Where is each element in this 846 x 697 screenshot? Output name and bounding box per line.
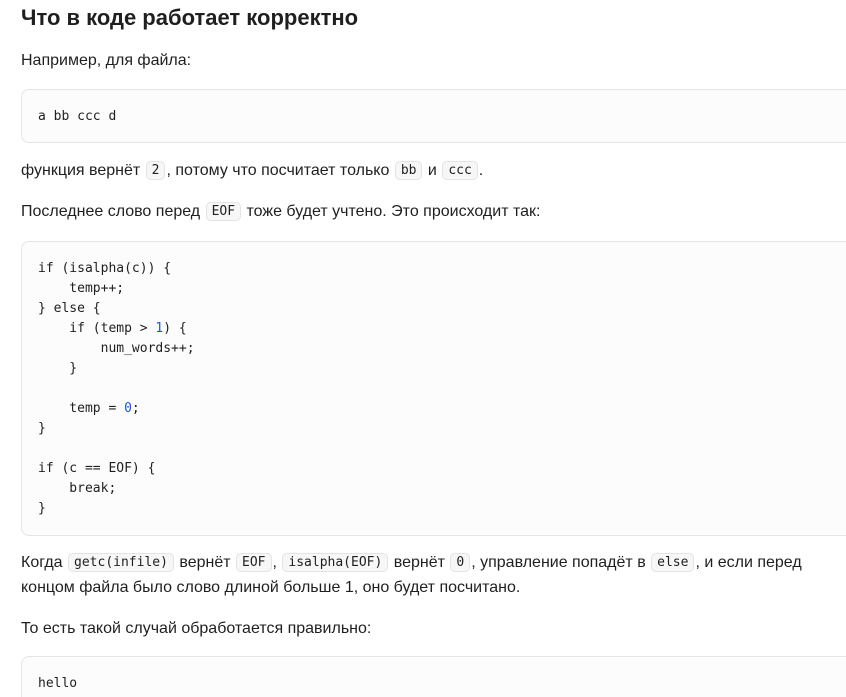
code-line: } else { — [38, 301, 101, 316]
inline-code: bb — [394, 161, 423, 180]
case-paragraph: То есть такой случай обработается правил… — [21, 620, 372, 637]
explain-paragraph-line2: концом файла было слово длиной больше 1,… — [21, 579, 521, 596]
code-line: } — [38, 421, 46, 436]
code-line: if (temp > 1) { — [38, 321, 187, 336]
text-segment: . — [478, 162, 484, 179]
inline-code: ccc — [442, 161, 478, 180]
inline-code: else — [651, 553, 695, 572]
explain-paragraph: Когда getc(infile) вернёт EOF, isalpha(E… — [21, 551, 802, 575]
text-segment: вернёт — [174, 554, 236, 571]
code-logic: if (isalpha(c)) { temp++; } else { if (te… — [38, 259, 195, 519]
code-block-example-file[interactable]: a bb ccc d — [21, 89, 846, 143]
section-heading: Что в коде работает корректно — [21, 5, 359, 30]
inline-code: isalpha(EOF) — [282, 553, 389, 572]
code-number-literal: 0 — [124, 401, 132, 416]
text-segment: Когда — [21, 554, 68, 571]
code-line: } — [38, 501, 46, 516]
code-number-literal: 1 — [155, 321, 164, 336]
result-paragraph: функция вернёт 2, потому что посчитает т… — [21, 159, 483, 183]
eof-paragraph: Последнее слово перед EOF тоже будет учт… — [21, 200, 540, 224]
code-line: if (isalpha(c)) { — [38, 261, 172, 276]
inline-code: getc(infile) — [68, 553, 174, 572]
code-line: temp = 0; — [38, 401, 140, 416]
code-line: temp++; — [38, 281, 125, 296]
intro-text: Например, для файла: — [21, 52, 192, 69]
text-segment: , потому что посчитает только — [166, 162, 394, 179]
code-line: break; — [38, 481, 117, 496]
text-segment: , — [272, 554, 282, 571]
inline-code: 2 — [145, 161, 166, 180]
inline-code: EOF — [205, 202, 242, 221]
code-line: } — [38, 361, 78, 376]
text-segment: вернёт — [389, 554, 450, 571]
text-segment: , и если перед — [695, 554, 802, 571]
code-example2: hello — [38, 676, 78, 691]
text-segment: функция вернёт — [21, 162, 145, 179]
text-segment: и — [423, 162, 442, 179]
text-segment: тоже будет учтено. Это происходит так: — [242, 203, 541, 220]
code-block-logic[interactable]: if (isalpha(c)) { temp++; } else { if (te… — [21, 241, 846, 536]
code-example-file: a bb ccc d — [38, 109, 117, 124]
inline-code: 0 — [450, 553, 471, 572]
code-line: num_words++; — [38, 341, 195, 356]
code-line: if (c == EOF) { — [38, 461, 156, 476]
text-segment: Последнее слово перед — [21, 203, 205, 220]
inline-code: EOF — [236, 553, 272, 572]
text-segment: , управление попадёт в — [471, 554, 651, 571]
code-block-example2[interactable]: hello — [21, 656, 846, 697]
